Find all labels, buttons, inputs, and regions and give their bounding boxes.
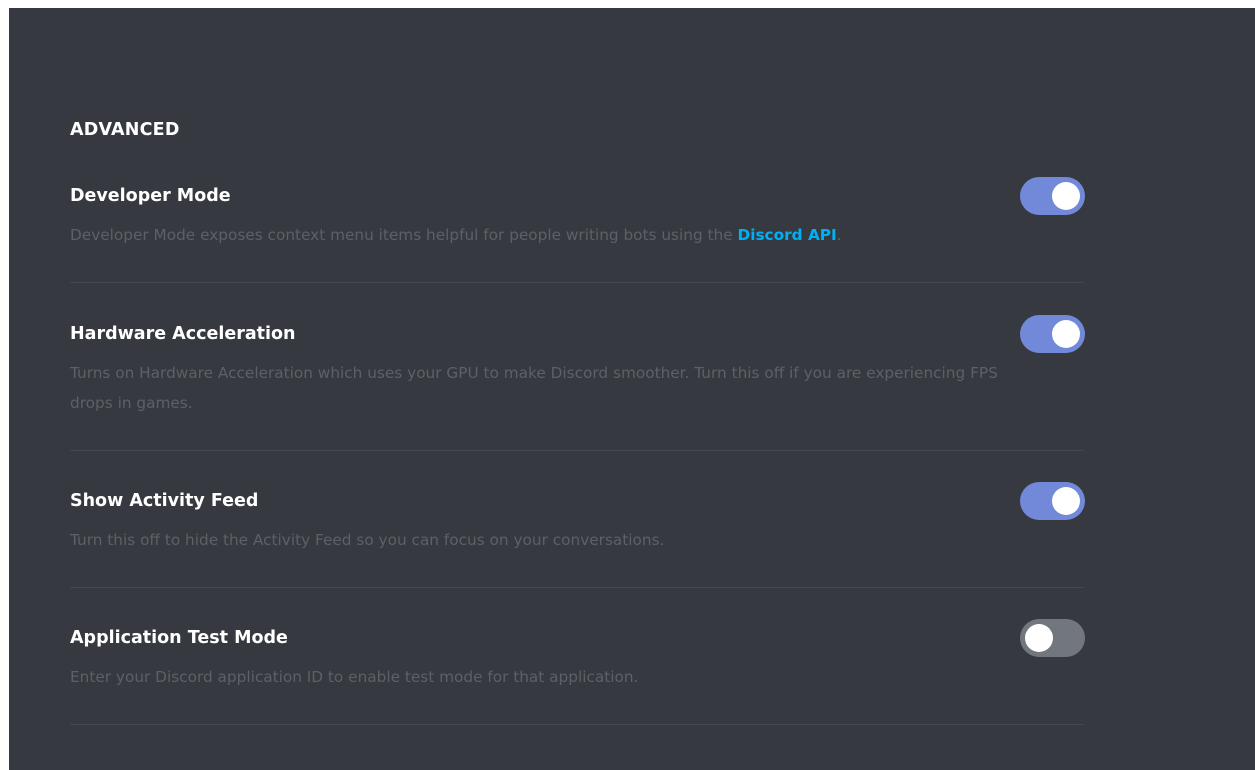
setting-title: Show Activity Feed [70,491,259,511]
setting-title: Developer Mode [70,186,231,206]
settings-window: ADVANCED Developer Mode Developer Mode e… [9,8,1255,770]
setting-description: Enter your Discord application ID to ena… [70,668,639,686]
setting-title: Application Test Mode [70,628,288,648]
setting-title: Hardware Acceleration [70,324,296,344]
description-prefix: Developer Mode exposes context menu item… [70,226,738,244]
toggle-knob-icon [1052,487,1080,515]
divider [70,724,1084,725]
section-title-advanced: ADVANCED [70,120,180,140]
setting-description: Turns on Hardware Acceleration which use… [70,364,998,412]
show-activity-feed-toggle[interactable] [1020,482,1085,520]
toggle-knob-icon [1052,320,1080,348]
divider [70,282,1084,283]
discord-api-link[interactable]: Discord API [738,226,837,244]
description-suffix: . [836,226,842,244]
developer-mode-toggle[interactable] [1020,177,1085,215]
setting-description: Turn this off to hide the Activity Feed … [70,531,665,549]
toggle-knob-icon [1025,624,1053,652]
setting-description: Developer Mode exposes context menu item… [70,220,1030,250]
application-test-mode-toggle[interactable] [1020,619,1085,657]
toggle-knob-icon [1052,182,1080,210]
divider [70,587,1084,588]
divider [70,450,1084,451]
hardware-acceleration-toggle[interactable] [1020,315,1085,353]
